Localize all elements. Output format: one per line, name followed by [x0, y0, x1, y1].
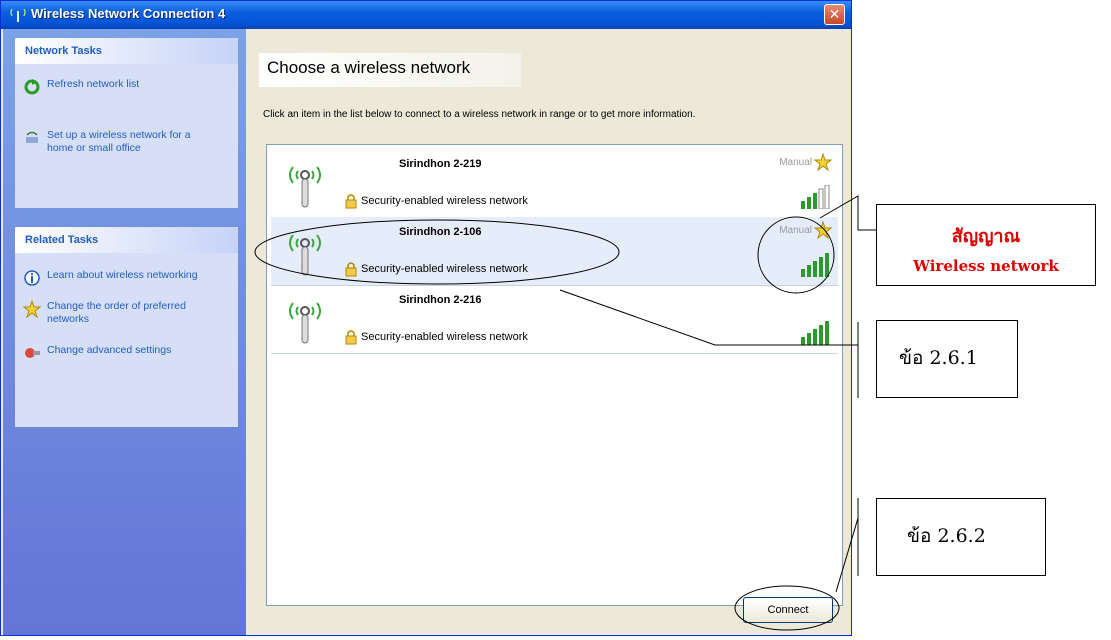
lock-icon [345, 194, 357, 209]
task-refresh-network-list[interactable]: Refresh network list [15, 78, 238, 95]
network-tasks-group: Network Tasks Refresh network list Set u… [15, 38, 238, 208]
related-tasks-header[interactable]: Related Tasks [15, 227, 238, 253]
title-bar[interactable]: Wireless Network Connection 4 ✕ [1, 1, 851, 29]
signal-strength-icon [801, 185, 830, 209]
step-2-6-2-callout: ข้อ 2.6.2 [876, 498, 1046, 576]
signal-callout: สัญญาณ Wireless network [876, 204, 1096, 286]
wireless-title-icon [10, 8, 26, 22]
wireless-antenna-icon [289, 166, 321, 208]
task-label: Set up a wireless network for a home or … [47, 129, 191, 154]
network-tasks-header[interactable]: Network Tasks [15, 38, 238, 64]
wireless-antenna-icon [289, 234, 321, 276]
step-2-6-2-label: ข้อ 2.6.2 [907, 525, 986, 547]
network-item[interactable]: Sirindhon 2-216 Security-enabled wireles… [271, 285, 838, 354]
task-change-order[interactable]: Change the order of preferred networks [15, 300, 207, 326]
network-security: Security-enabled wireless network [361, 195, 528, 207]
page-title: Choose a wireless network [259, 53, 521, 87]
network-name: Sirindhon 2-219 [399, 158, 482, 170]
signal-strength-icon [801, 321, 829, 345]
network-security: Security-enabled wireless network [361, 263, 528, 275]
close-button[interactable]: ✕ [824, 4, 845, 25]
manual-badge: Manual [779, 225, 812, 236]
lock-icon [345, 330, 357, 345]
preferred-star-icon [814, 153, 832, 171]
task-setup-wireless[interactable]: Set up a wireless network for a home or … [15, 129, 207, 155]
network-name: Sirindhon 2-106 [399, 226, 482, 238]
settings-icon [25, 348, 40, 358]
task-pane: Network Tasks Refresh network list Set u… [3, 29, 246, 635]
lock-icon [345, 262, 357, 277]
task-learn-wireless[interactable]: Learn about wireless networking [15, 269, 207, 286]
page-description: Click an item in the list below to conne… [263, 109, 696, 120]
network-list[interactable]: Sirindhon 2-219 Security-enabled wireles… [266, 144, 843, 606]
info-icon [24, 270, 40, 286]
step-2-6-1-callout: ข้อ 2.6.1 [876, 320, 1018, 398]
signal-callout-thai: สัญญาณ [951, 226, 1021, 247]
related-tasks-group: Related Tasks Learn about wireless netwo… [15, 227, 238, 427]
wireless-antenna-icon [289, 302, 321, 344]
manual-badge: Manual [779, 157, 812, 168]
signal-strength-icon [801, 253, 829, 277]
task-label: Change the order of preferred networks [47, 300, 186, 325]
refresh-icon [24, 79, 40, 95]
signal-callout-english: Wireless network [913, 257, 1059, 275]
task-label: Change advanced settings [47, 344, 172, 356]
window-title: Wireless Network Connection 4 [31, 6, 226, 21]
connect-button[interactable]: Connect [743, 597, 833, 623]
step-2-6-1-label: ข้อ 2.6.1 [899, 347, 978, 369]
star-icon [23, 300, 41, 318]
task-label: Learn about wireless networking [47, 269, 198, 281]
network-item-selected[interactable]: Sirindhon 2-106 Security-enabled wireles… [271, 217, 838, 286]
network-security: Security-enabled wireless network [361, 331, 528, 343]
task-advanced-settings[interactable]: Change advanced settings [15, 344, 197, 358]
preferred-star-icon [814, 221, 832, 239]
task-label: Refresh network list [47, 78, 140, 90]
network-item[interactable]: Sirindhon 2-219 Security-enabled wireles… [271, 149, 838, 218]
network-name: Sirindhon 2-216 [399, 294, 482, 306]
wireless-connection-window: Wireless Network Connection 4 ✕ Network … [0, 0, 852, 636]
setup-wireless-icon [26, 131, 38, 143]
